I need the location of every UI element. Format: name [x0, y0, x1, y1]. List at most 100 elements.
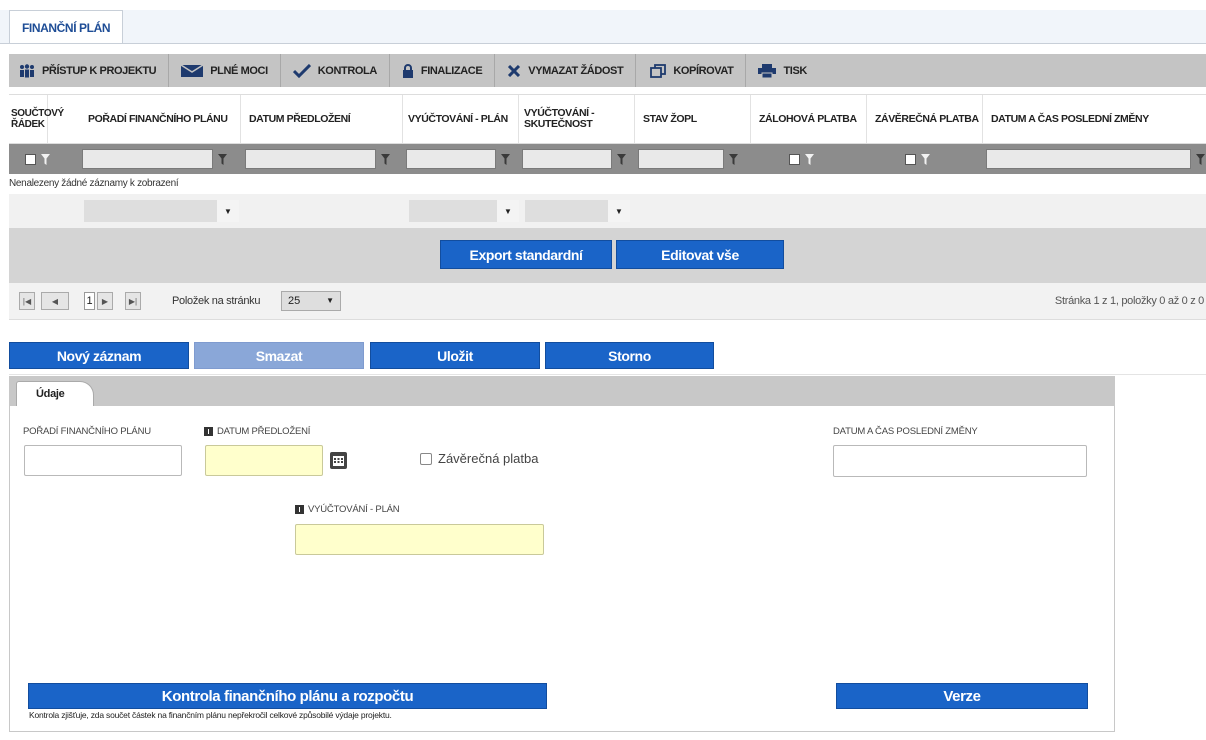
- filter-icon[interactable]: [381, 153, 390, 165]
- export-band: Export standardní Editovat vše: [9, 228, 1206, 283]
- prev-page-icon[interactable]: ◀: [41, 292, 69, 310]
- col-vyuctovani-plan[interactable]: VYÚČTOVÁNÍ - PLÁN: [403, 95, 519, 143]
- page-size-select[interactable]: 25 ▼: [281, 291, 341, 311]
- required-icon: [295, 505, 304, 514]
- page-info: Stránka 1 z 1, položky 0 až 0 z 0: [1054, 295, 1204, 307]
- toolbar-label: KONTROLA: [317, 64, 378, 77]
- sum-select-poradi[interactable]: ▼: [84, 200, 239, 222]
- pager: |◀ ◀ 1 ▶ ▶| Položek na stránku 25 ▼ Strá…: [9, 283, 1206, 320]
- tab-financni-plan[interactable]: FINANČNÍ PLÁN: [9, 10, 124, 43]
- toolbar-label: PŘÍSTUP K PROJEKTU: [42, 64, 157, 77]
- filter-checkbox-zaverecna[interactable]: [905, 153, 916, 165]
- poradi-label: POŘADÍ FINANČNÍHO PLÁNU: [23, 426, 151, 437]
- col-poradi[interactable]: POŘADÍ FINANČNÍHO PLÁNU: [83, 95, 241, 143]
- datum-predlozeni-label: DATUM PŘEDLOŽENÍ: [204, 426, 310, 437]
- lock-icon: [402, 63, 413, 78]
- datum-predlozeni-label-text: DATUM PŘEDLOŽENÍ: [217, 426, 311, 437]
- col-stav-zopl[interactable]: STAV ŽOPL: [635, 95, 751, 143]
- filter-icon[interactable]: [805, 153, 814, 165]
- finalizace-button[interactable]: FINALIZACE: [390, 54, 496, 87]
- datum-zmeny-label: DATUM A ČAS POSLEDNÍ ZMĚNY: [833, 426, 978, 437]
- col-soucetovy-radek[interactable]: SOUČTOVÝ ŘÁDEK: [9, 95, 64, 143]
- filter-input-poradi[interactable]: [82, 149, 213, 169]
- filter-icon[interactable]: [1196, 153, 1205, 165]
- col-vyuctovani-skutecnost[interactable]: VYÚČTOVÁNÍ - SKUTEČNOST: [519, 95, 635, 143]
- filter-input-vyuct-skut[interactable]: [522, 149, 612, 169]
- filter-icon[interactable]: [617, 153, 626, 165]
- edit-all-button[interactable]: Editovat vše: [616, 240, 784, 269]
- poradi-input[interactable]: [24, 445, 182, 476]
- chevron-down-icon: ▼: [608, 200, 630, 222]
- col-zaverecna-platba[interactable]: ZÁVĚREČNÁ PLATBA: [867, 95, 983, 143]
- toolbar: PŘÍSTUP K PROJEKTU PLNÉ MOCI KONTROLA FI…: [9, 54, 1206, 87]
- page-tab-bar: FINANČNÍ PLÁN: [0, 10, 1206, 43]
- kopirovat-button[interactable]: KOPÍROVAT: [636, 54, 747, 87]
- poradi-label-text: POŘADÍ FINANČNÍHO PLÁNU: [23, 426, 151, 437]
- calendar-grid-icon: [333, 455, 344, 466]
- cross-icon: [508, 64, 521, 77]
- check-icon: [292, 63, 311, 78]
- sum-select-vyuct-skut[interactable]: ▼: [525, 200, 630, 222]
- kontrola-button[interactable]: KONTROLA: [281, 54, 390, 87]
- copy-icon: [650, 63, 667, 78]
- people-icon: [20, 63, 34, 77]
- filter-icon[interactable]: [501, 153, 510, 165]
- form-tab-bar: Údaje: [9, 376, 1115, 407]
- col-datum-predlozeni[interactable]: DATUM PŘEDLOŽENÍ: [241, 95, 403, 143]
- pristup-k-projektu-button[interactable]: PŘÍSTUP K PROJEKTU: [9, 54, 170, 87]
- filter-icon[interactable]: [218, 153, 227, 165]
- empty-message: Nenalezeny žádné záznamy k zobrazení: [9, 178, 179, 189]
- filter-icon[interactable]: [729, 153, 738, 165]
- page-size-label: Položek na stránku: [172, 295, 261, 307]
- required-icon: [204, 427, 213, 436]
- record-actions: Nový záznam Smazat Uložit Storno: [9, 334, 1206, 375]
- delete-button[interactable]: Smazat: [194, 342, 364, 369]
- col-zalohova-platba[interactable]: ZÁLOHOVÁ PLATBA: [751, 95, 867, 143]
- chevron-down-icon: ▼: [497, 200, 519, 222]
- export-standard-button[interactable]: Export standardní: [440, 240, 612, 269]
- checkbox-box[interactable]: [420, 452, 432, 465]
- filter-input-vyuct-plan[interactable]: [406, 149, 496, 169]
- filter-checkbox-zaloha[interactable]: [789, 153, 800, 165]
- first-page-icon[interactable]: |◀: [19, 292, 35, 310]
- tisk-button[interactable]: TISK: [746, 54, 818, 87]
- filter-icon[interactable]: [41, 153, 50, 165]
- kontrola-note: Kontrola zjišťuje, zda součet částek na …: [29, 710, 392, 720]
- toolbar-label: PLNÉ MOCI: [210, 64, 268, 77]
- last-page-icon[interactable]: ▶|: [125, 292, 141, 310]
- filter-icon[interactable]: [921, 153, 930, 165]
- vymazat-zadost-button[interactable]: VYMAZAT ŽÁDOST: [495, 54, 637, 87]
- filter-input-datum[interactable]: [245, 149, 376, 169]
- new-record-button[interactable]: Nový záznam: [9, 342, 189, 369]
- tab-bar-divider: [0, 43, 1206, 44]
- datum-zmeny-input[interactable]: [833, 445, 1087, 477]
- datum-predlozeni-input[interactable]: [205, 445, 323, 476]
- page-number-input[interactable]: 1: [84, 292, 95, 310]
- datum-zmeny-label-text: DATUM A ČAS POSLEDNÍ ZMĚNY: [833, 426, 978, 437]
- detail-form: POŘADÍ FINANČNÍHO PLÁNU DATUM PŘEDLOŽENÍ…: [9, 406, 1115, 732]
- filter-input-datum-zmeny[interactable]: [986, 149, 1191, 169]
- next-page-icon[interactable]: ▶: [97, 292, 113, 310]
- toolbar-label: VYMAZAT ŽÁDOST: [528, 64, 624, 77]
- vyuctovani-plan-input[interactable]: [295, 524, 544, 555]
- cancel-button[interactable]: Storno: [545, 342, 714, 369]
- filter-soucetovy: [25, 144, 50, 174]
- calendar-icon[interactable]: [330, 452, 347, 469]
- save-button[interactable]: Uložit: [370, 342, 540, 369]
- chevron-down-icon: ▼: [217, 200, 239, 222]
- filter-input-stav[interactable]: [638, 149, 724, 169]
- vyuctovani-plan-label: VYÚČTOVÁNÍ - PLÁN: [295, 504, 400, 515]
- toolbar-label: FINALIZACE: [420, 64, 483, 77]
- col-datum-zmeny[interactable]: DATUM A ČAS POSLEDNÍ ZMĚNY: [983, 95, 1206, 143]
- tab-udaje[interactable]: Údaje: [16, 381, 94, 407]
- zaverecna-platba-label: Závěrečná platba: [438, 451, 539, 466]
- zaverecna-platba-checkbox[interactable]: Závěrečná platba: [420, 451, 538, 466]
- sum-row: ▼ ▼ ▼: [9, 194, 1206, 228]
- toolbar-label: KOPÍROVAT: [673, 64, 734, 77]
- printer-icon: [758, 63, 777, 78]
- plne-moci-button[interactable]: PLNÉ MOCI: [169, 54, 281, 87]
- kontrola-rozpoctu-button[interactable]: Kontrola finančního plánu a rozpočtu: [28, 683, 547, 709]
- sum-select-vyuct-plan[interactable]: ▼: [409, 200, 519, 222]
- verze-button[interactable]: Verze: [836, 683, 1088, 709]
- filter-checkbox[interactable]: [25, 153, 36, 165]
